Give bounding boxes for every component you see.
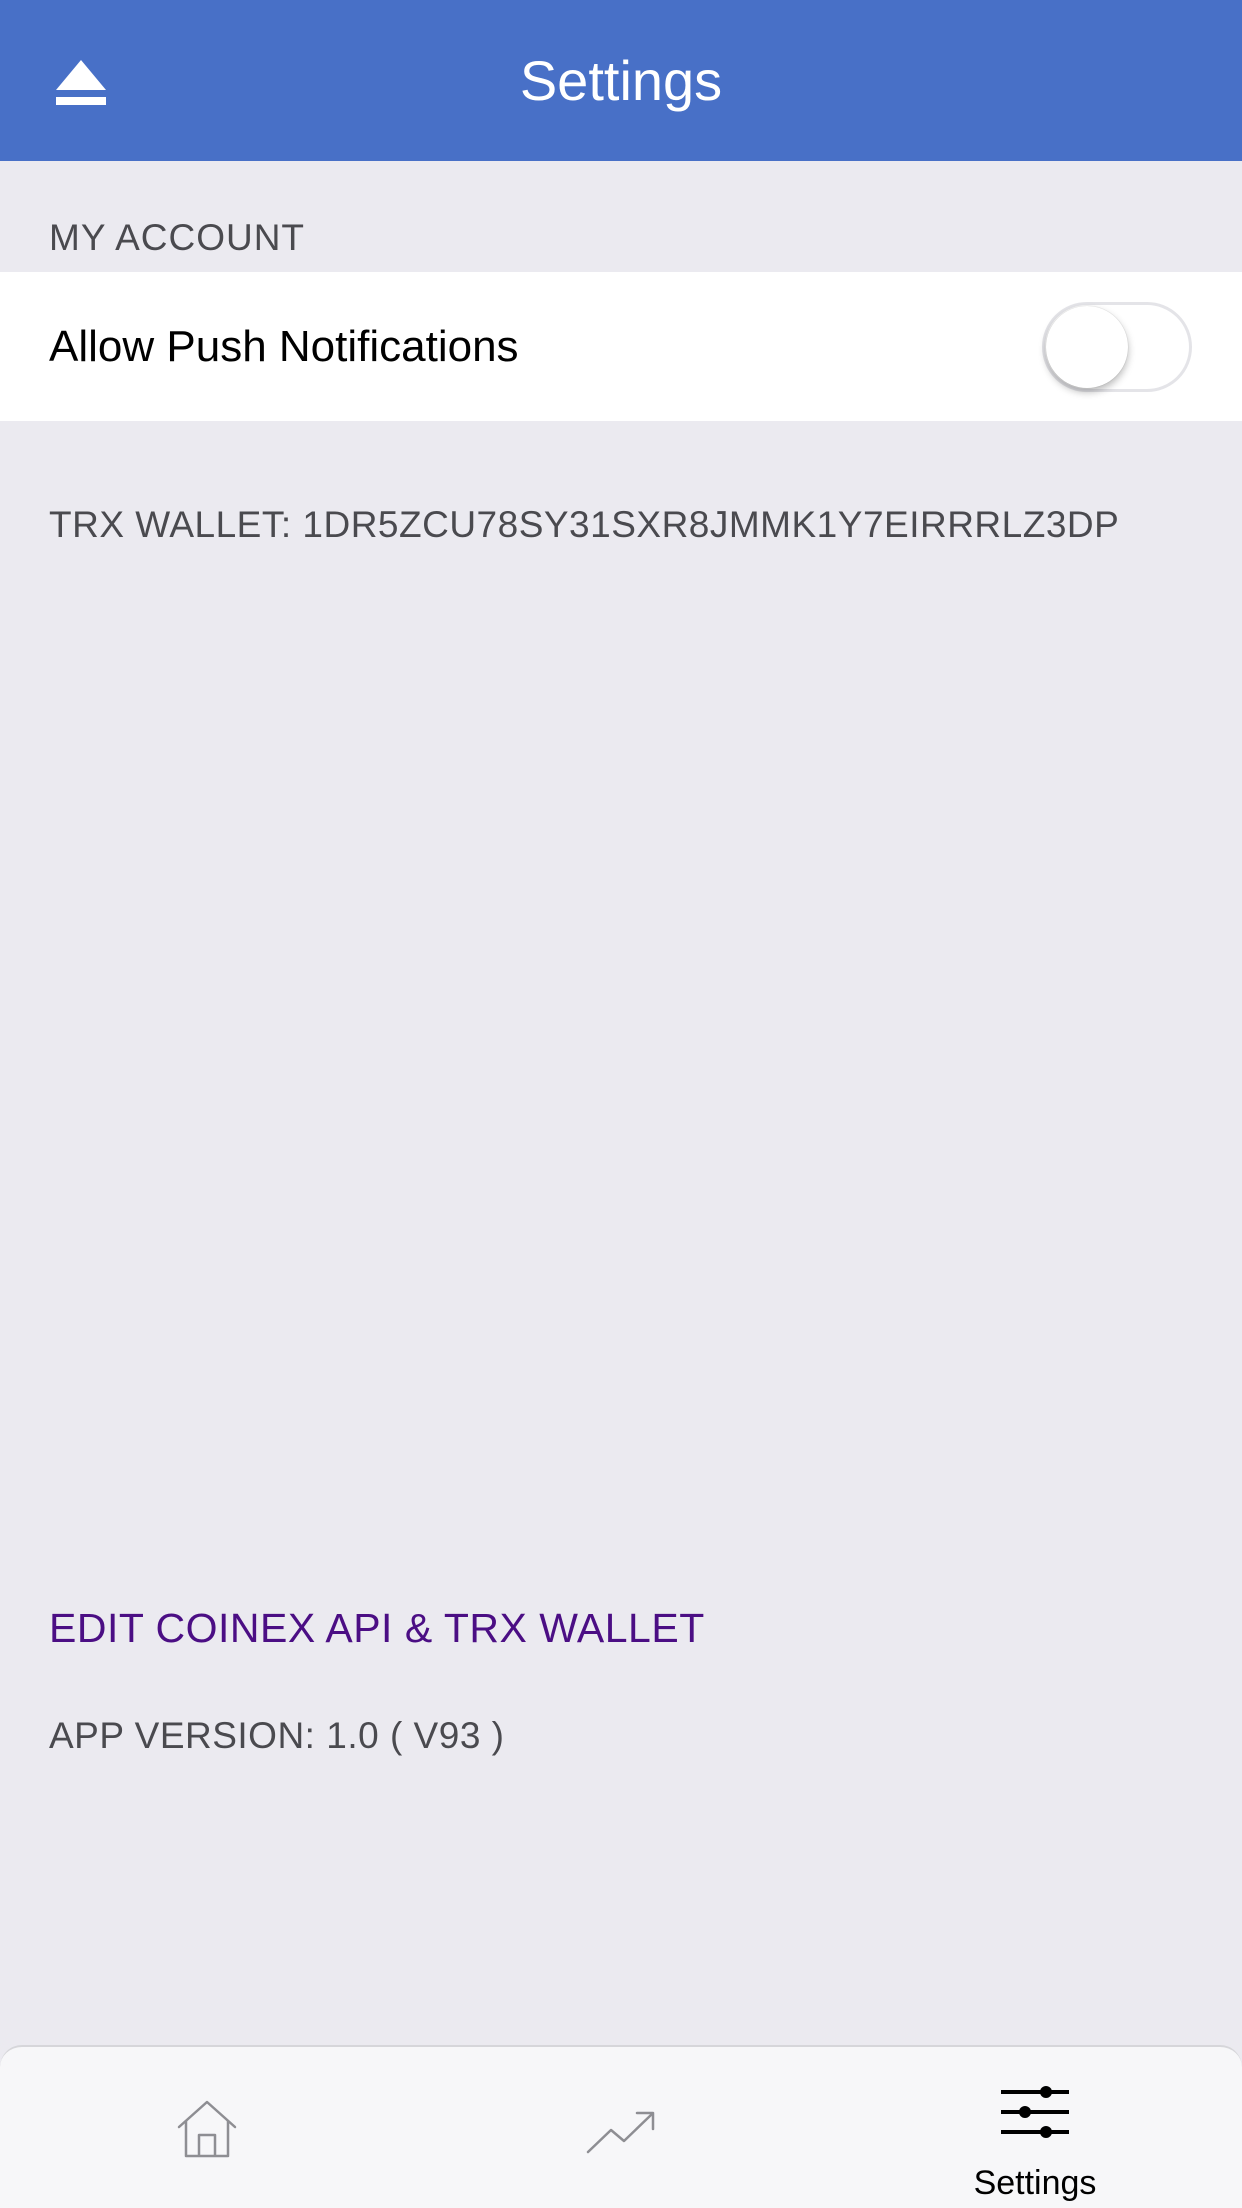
home-icon xyxy=(177,2100,237,2158)
page-title: Settings xyxy=(519,49,723,112)
tab-settings-label: Settings xyxy=(973,2164,1097,2202)
settings-sliders-icon xyxy=(1001,2086,1069,2138)
push-notifications-label: Allow Push Notifications xyxy=(49,322,519,371)
tab-bar: Settings xyxy=(0,2045,1242,2208)
edit-coinex-api-link[interactable]: EDIT COINEX API & TRX WALLET xyxy=(49,1604,705,1652)
navigation-bar: Settings xyxy=(0,0,1242,161)
toggle-knob xyxy=(1046,306,1128,388)
section-header-my-account: MY ACCOUNT xyxy=(49,217,306,258)
trx-wallet-address: TRX WALLET: 1DR5ZCU78SY31SXR8JMMK1Y7EIRR… xyxy=(49,504,1120,545)
push-notifications-toggle[interactable] xyxy=(1042,302,1192,392)
tab-home[interactable] xyxy=(0,2047,414,2208)
app-version-label: APP VERSION: 1.0 ( V93 ) xyxy=(49,1715,505,1756)
tab-settings[interactable]: Settings xyxy=(828,2047,1242,2208)
trending-up-icon xyxy=(586,2111,655,2154)
tab-trends[interactable] xyxy=(414,2047,828,2208)
push-notifications-cell: Allow Push Notifications xyxy=(0,272,1242,421)
